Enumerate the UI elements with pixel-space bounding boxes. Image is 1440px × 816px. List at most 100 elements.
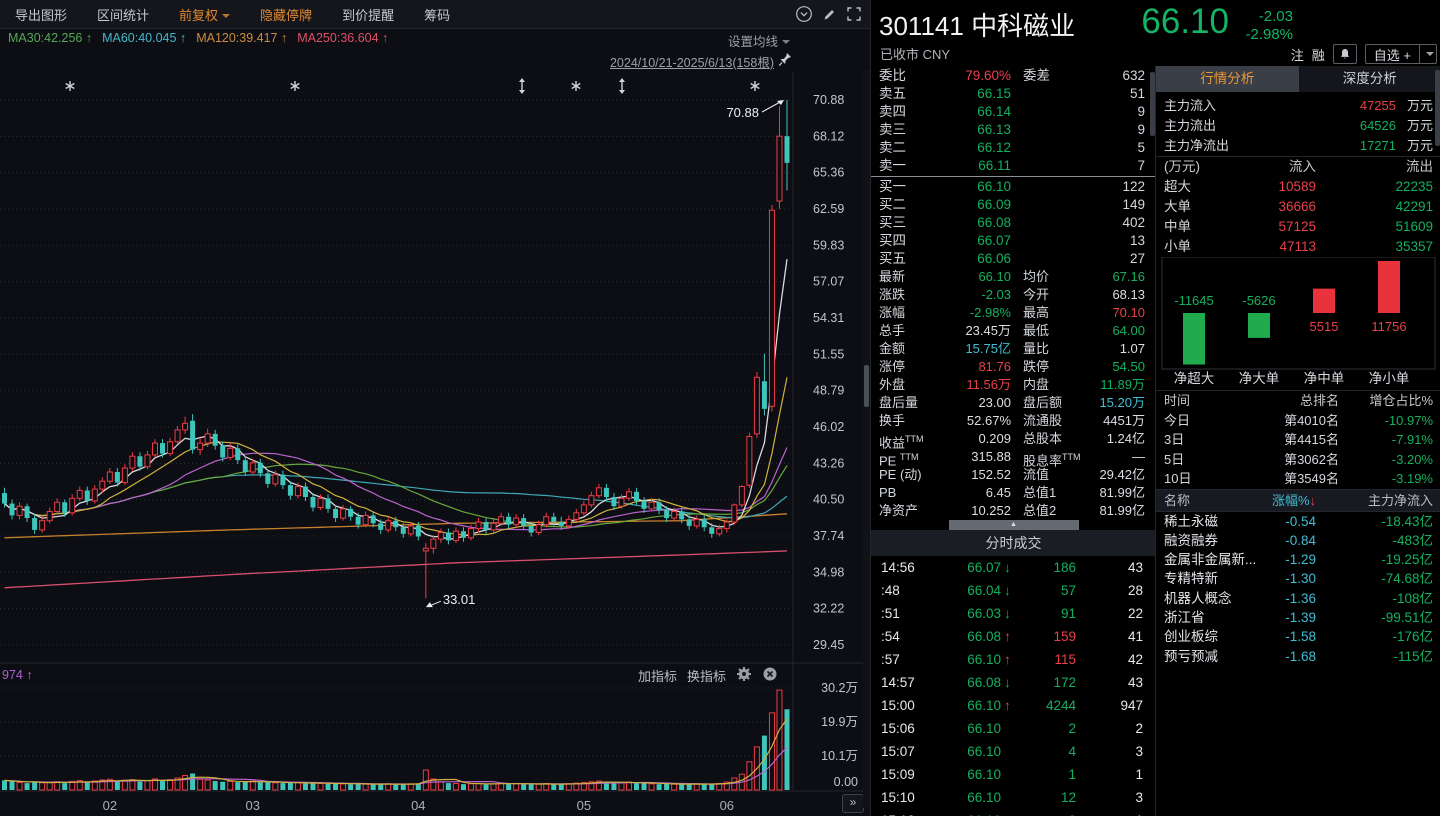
tab-depth-analysis[interactable]: 深度分析 xyxy=(1298,66,1440,92)
svg-text:净小单: 净小单 xyxy=(1369,371,1410,386)
sort-column[interactable]: 涨幅%↓ xyxy=(1272,490,1316,511)
svg-text:32.22: 32.22 xyxy=(813,602,844,616)
gear-icon[interactable] xyxy=(736,666,752,685)
tape-row[interactable]: :54 66.08 ↑ 159 41 xyxy=(871,625,1156,648)
tape-row[interactable]: 15:10 66.10 12 3 xyxy=(871,786,1156,809)
bid-row[interactable]: 买三 66.08 402 xyxy=(871,214,1156,232)
event-updown-icon xyxy=(619,78,625,94)
svg-text:34.98: 34.98 xyxy=(813,565,844,579)
add-indicator-button[interactable]: 加指标 xyxy=(638,666,677,685)
stat-row: PB 6.45 总值1 81.99亿 xyxy=(879,485,1145,500)
event-star-icon xyxy=(65,81,75,91)
right-scrollbar[interactable] xyxy=(1435,68,1440,808)
quote-panel: 委比 79.60% 委差 632 卖五 66.15 51 卖四 66.14 9 卖三 66.1… xyxy=(870,66,1156,816)
last-price: 66.10 xyxy=(1141,2,1229,41)
switch-indicator-button[interactable]: 换指标 xyxy=(687,666,726,685)
svg-text:5515: 5515 xyxy=(1310,319,1339,334)
candlestick-chart[interactable]: 70.88 68.12 65.36 62.59 59.83 57.07 54.31 51.55… xyxy=(0,0,870,816)
svg-text:净大单: 净大单 xyxy=(1239,371,1280,386)
watchlist-dropdown[interactable] xyxy=(1420,52,1436,56)
weicha-value: 632 xyxy=(1122,68,1145,83)
chart-scrollbar-thumb[interactable] xyxy=(864,365,869,407)
ask-row[interactable]: 卖一 66.11 7 xyxy=(871,157,1156,175)
stat-row: 外盘 11.56万 内盘 11.89万 xyxy=(879,377,1145,392)
svg-text:43.26: 43.26 xyxy=(813,456,844,470)
tape-row[interactable]: 14:57 66.08 ↓ 172 43 xyxy=(871,671,1156,694)
ask-row[interactable]: 卖二 66.12 5 xyxy=(871,139,1156,157)
flow-table: (万元) 流入 流出 超大 10589 22235 大单 36666 42291 中单 57125 5… xyxy=(1156,157,1440,257)
sector-row[interactable]: 金属非金属新... -1.29 -19.25亿 xyxy=(1156,550,1440,569)
sector-row[interactable]: 浙江省 -1.39 -99.51亿 xyxy=(1156,608,1440,627)
tape-row[interactable]: :51 66.03 ↓ 91 22 xyxy=(871,602,1156,625)
event-star-icon xyxy=(750,81,760,91)
quote-tags: 注融 自选 + xyxy=(1291,44,1437,64)
svg-text:11756: 11756 xyxy=(1371,319,1406,334)
svg-text:68.12: 68.12 xyxy=(813,129,844,143)
chart-scrollbar[interactable] xyxy=(863,70,870,808)
flow-table-header: (万元) 流入 流出 xyxy=(1164,159,1433,174)
tape-row[interactable]: 15:07 66.10 4 3 xyxy=(871,740,1156,763)
analysis-panel: 行情分析 深度分析 主力流入 47255 万元 主力流出 64526 万元 主力净流出 1727… xyxy=(1155,66,1440,816)
sector-row[interactable]: 机器人概念 -1.36 -108亿 xyxy=(1156,589,1440,608)
close-indicator-icon[interactable] xyxy=(762,666,778,685)
sector-row[interactable]: 创业板综 -1.58 -176亿 xyxy=(1156,627,1440,646)
tape-rows: 14:56 66.07 ↓ 186 43:48 66.04 ↓ 57 28:51 66.03 ↓ 91… xyxy=(871,556,1156,816)
sector-row[interactable]: 稀土永磁 -0.54 -18.43亿 xyxy=(1156,512,1440,531)
tape-row[interactable]: :57 66.10 ↑ 115 42 xyxy=(871,648,1156,671)
svg-text:19.9万: 19.9万 xyxy=(821,715,858,729)
ask-levels: 卖五 66.15 51 卖四 66.14 9 卖三 66.13 9 卖二 66.12 5 卖一 66.11… xyxy=(871,85,1156,175)
rankings-header: 时间 总排名 增仓占比% xyxy=(1164,393,1433,408)
order-imbalance-row: 委比 79.60% 委差 632 xyxy=(879,68,1145,83)
flow-table-row: 大单 36666 42291 xyxy=(1164,199,1433,214)
main-flows: 主力流入 47255 万元 主力流出 64526 万元 主力净流出 17271 万元 xyxy=(1156,92,1440,156)
sector-row[interactable]: 专精特新 -1.30 -74.68亿 xyxy=(1156,569,1440,588)
tape-row[interactable]: 15:1266.1021 xyxy=(871,809,1156,816)
tape-row[interactable]: 14:56 66.07 ↓ 186 43 xyxy=(871,556,1156,579)
alert-bell-button[interactable] xyxy=(1332,44,1357,64)
svg-text:62.59: 62.59 xyxy=(813,202,844,216)
tag-0[interactable]: 注 xyxy=(1291,48,1304,63)
analysis-tabs: 行情分析 深度分析 xyxy=(1156,66,1440,92)
flow-table-row: 中单 57125 51609 xyxy=(1164,219,1433,234)
tab-market-analysis[interactable]: 行情分析 xyxy=(1156,66,1299,92)
bid-row[interactable]: 买一 66.10 122 xyxy=(871,178,1156,196)
sector-row[interactable]: 融资融券 -0.84 -483亿 xyxy=(1156,531,1440,550)
sort-desc-icon: ↓ xyxy=(1309,492,1317,508)
bid-row[interactable]: 买五 66.06 27 xyxy=(871,250,1156,268)
ranking-row: 10日 第3549名 -3.19% xyxy=(1164,471,1433,486)
volume-indicator-value: 974 ↑ xyxy=(2,668,33,682)
svg-text:29.45: 29.45 xyxy=(813,638,844,652)
tag-1[interactable]: 融 xyxy=(1312,48,1325,63)
tape-row[interactable]: 15:06 66.10 2 2 xyxy=(871,717,1156,740)
tape-row[interactable]: 15:09 66.10 1 1 xyxy=(871,763,1156,786)
indicator-toolbar: 加指标 换指标 xyxy=(638,666,778,685)
svg-text:30.2万: 30.2万 xyxy=(821,681,858,695)
expand-right-button[interactable]: » xyxy=(842,794,864,813)
bid-row[interactable]: 买四 66.07 13 xyxy=(871,232,1156,250)
ask-row[interactable]: 卖五 66.15 51 xyxy=(871,85,1156,103)
svg-text:06: 06 xyxy=(720,798,734,813)
weibi-value: 79.60% xyxy=(965,68,1011,83)
flow-row: 主力净流出 17271 万元 xyxy=(1164,138,1433,153)
svg-text:05: 05 xyxy=(577,798,591,813)
change-percent: -2.98% xyxy=(1245,26,1293,43)
stat-row: 净资产 10.252 总值2 81.99亿 xyxy=(879,503,1145,518)
sector-row[interactable]: 预亏预减 -1.68 -115亿 xyxy=(1156,647,1440,666)
tape-row[interactable]: 15:00 66.10 ↑ 4244 947 xyxy=(871,694,1156,717)
svg-text:03: 03 xyxy=(246,798,260,813)
ask-row[interactable]: 卖四 66.14 9 xyxy=(871,103,1156,121)
svg-text:65.36: 65.36 xyxy=(813,166,844,180)
svg-text:40.50: 40.50 xyxy=(813,493,844,507)
add-watchlist-button[interactable]: 自选 + xyxy=(1364,44,1437,64)
sector-list-header: 名称 涨幅%↓ 主力净流入 xyxy=(1156,488,1440,512)
bid-levels: 买一 66.10 122 买二 66.09 149 买三 66.08 402 买四 66.07 13 买… xyxy=(871,178,1156,268)
event-star-icon xyxy=(290,81,300,91)
ask-row[interactable]: 卖三 66.13 9 xyxy=(871,121,1156,139)
stat-row: 收益TTM 0.209 总股本 1.24亿 xyxy=(879,431,1145,451)
tape-collapse-handle[interactable]: ▲ xyxy=(948,520,1079,530)
svg-text:33.01: 33.01 xyxy=(443,592,476,607)
tape-row[interactable]: :48 66.04 ↓ 57 28 xyxy=(871,579,1156,602)
price-change: -2.03 -2.98% xyxy=(1245,8,1293,44)
bid-row[interactable]: 买二 66.09 149 xyxy=(871,196,1156,214)
svg-text:0.00: 0.00 xyxy=(834,775,858,789)
